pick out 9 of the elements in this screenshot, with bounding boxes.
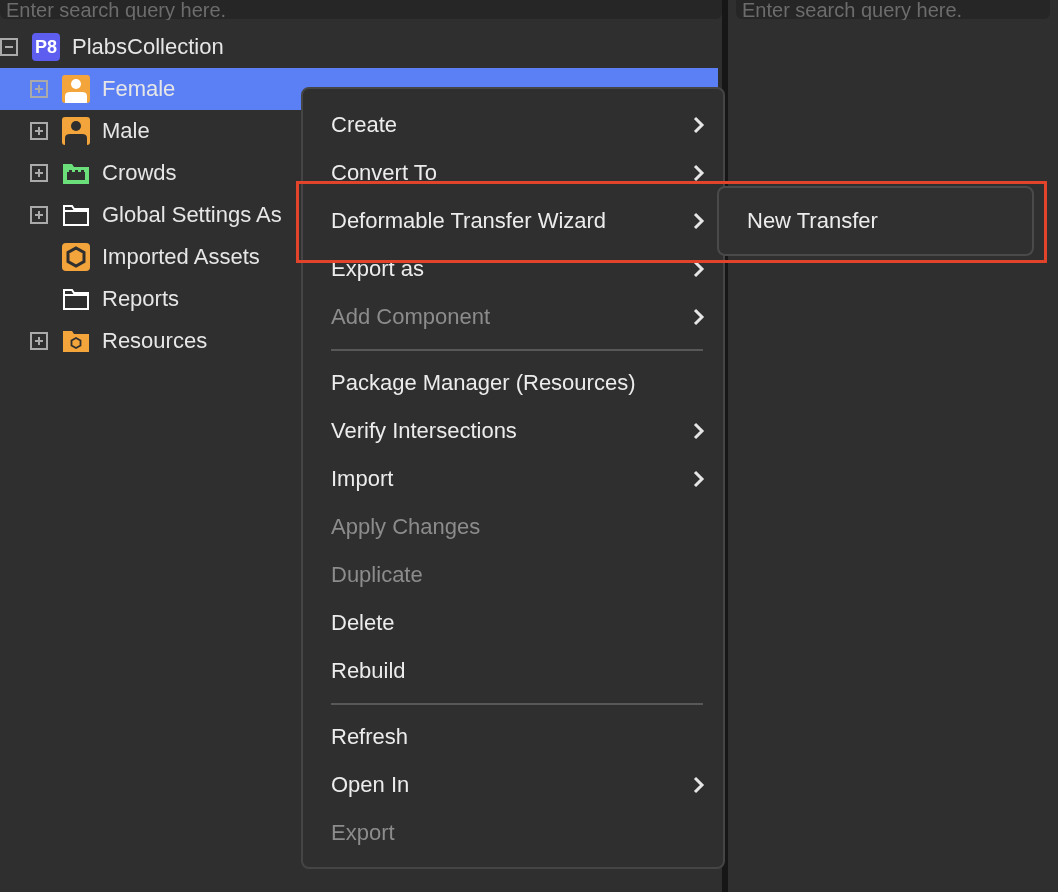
tree-item-label: Resources — [102, 328, 208, 354]
tree-item-label: PlabsCollection — [72, 34, 224, 60]
tree-item-label: Female — [102, 76, 176, 102]
tree-item-label: Reports — [102, 286, 180, 312]
logo-icon: P8 — [32, 33, 60, 61]
tree-item-label: Imported Assets — [102, 244, 260, 270]
tree-item-label: Crowds — [102, 160, 177, 186]
tree-item-label: Male — [102, 118, 150, 144]
tree-item-label: Global Settings As — [102, 202, 282, 228]
